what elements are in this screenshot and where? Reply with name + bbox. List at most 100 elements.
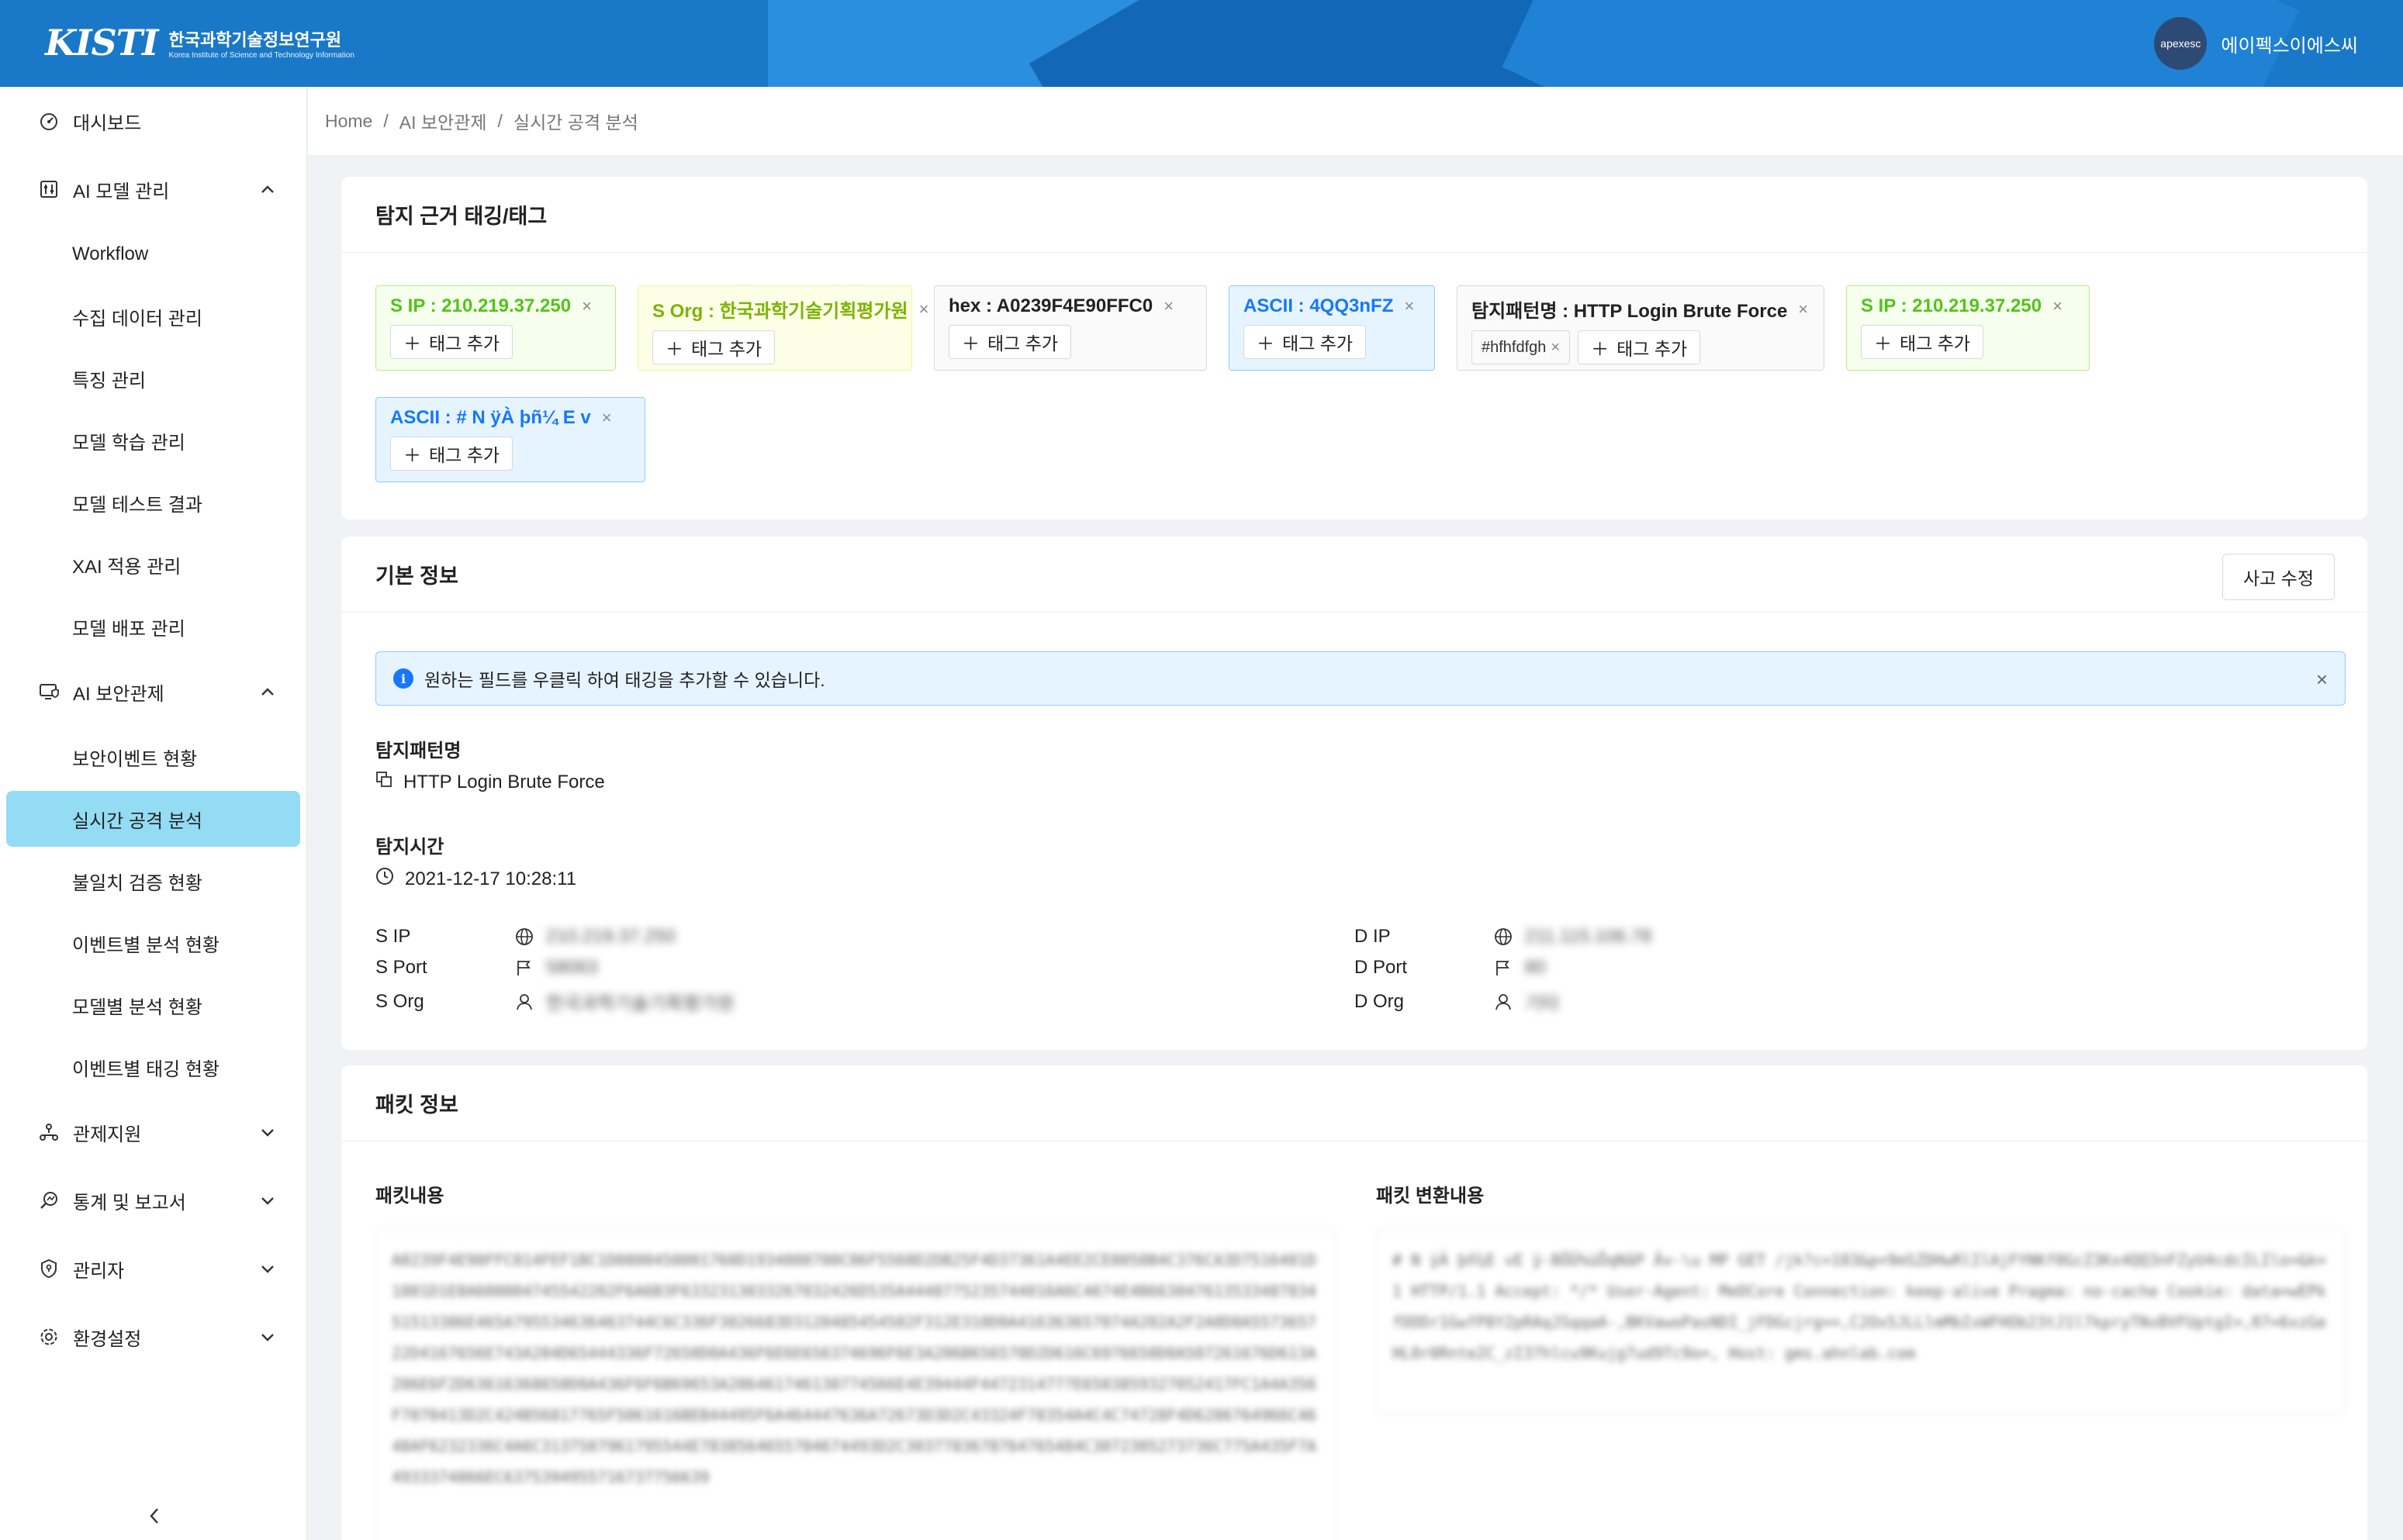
- field-key: S Org: [375, 990, 424, 1012]
- logo-org-korean: 한국과학기술정보연구원: [168, 29, 342, 50]
- add-tag-button[interactable]: ＋ 태그 추가: [652, 330, 776, 364]
- close-icon[interactable]: ×: [582, 296, 592, 316]
- sidebar-subitem-workflow[interactable]: Workflow: [0, 223, 306, 285]
- add-tag-button[interactable]: ＋ 태그 추가: [949, 325, 1072, 359]
- sidebar-subitem-model-deploy[interactable]: 모델 배포 관리: [0, 596, 306, 658]
- close-icon[interactable]: ×: [2052, 296, 2062, 316]
- sidebar-subitem-model-analysis[interactable]: 모델별 분석 현황: [0, 974, 306, 1036]
- sidebar-subitem-event-analysis[interactable]: 이벤트별 분석 현황: [0, 912, 306, 974]
- search-chart-icon: [37, 1189, 61, 1212]
- sidebar-subitem-realtime-analysis[interactable]: 실시간 공격 분석: [6, 791, 300, 847]
- tag-item[interactable]: S IP : 210.219.37.250 × ＋ 태그 추가: [1846, 285, 2090, 371]
- add-tag-button[interactable]: ＋ 태그 추가: [390, 437, 513, 471]
- avatar[interactable]: apexesc: [2154, 17, 2208, 70]
- sidebar-item-control-support[interactable]: 관제지원: [0, 1098, 306, 1166]
- field-value[interactable]: 58063: [546, 957, 598, 979]
- field-value[interactable]: 211.115.106.78: [1525, 926, 1651, 948]
- breadcrumb-separator: /: [383, 110, 389, 131]
- packet-converted-box[interactable]: # N ÿÀ þñ¼E vE ÿ-BÖÜ%üÕqNãP Âv-\u MP GET…: [1376, 1228, 2346, 1414]
- chevron-down-icon[interactable]: [257, 1326, 278, 1348]
- add-tag-label: 태그 추가: [429, 445, 500, 465]
- chevron-down-icon[interactable]: [257, 1258, 278, 1279]
- add-tag-button[interactable]: ＋ 태그 추가: [390, 325, 513, 359]
- info-alert: i 원하는 필드를 우클릭 하여 태깅을 추가할 수 있습니다. ×: [375, 651, 2346, 706]
- tag-chip-label: #hfhfdfgh: [1482, 338, 1547, 356]
- add-tag-button[interactable]: ＋ 태그 추가: [1578, 330, 1701, 364]
- sidebar-item-dashboard[interactable]: 대시보드: [0, 87, 306, 155]
- tag-chip[interactable]: #hfhfdfgh ×: [1471, 330, 1571, 364]
- close-icon[interactable]: ×: [2316, 668, 2328, 692]
- sidebar-item-ai-security[interactable]: AI 보안관제: [0, 658, 306, 726]
- close-icon[interactable]: ×: [1163, 296, 1174, 316]
- close-icon[interactable]: ×: [1551, 339, 1560, 357]
- sidebar-item-settings[interactable]: 환경설정: [0, 1303, 306, 1371]
- close-icon[interactable]: ×: [602, 408, 612, 428]
- tag-title: hex : A0239F4E90FFC0: [949, 295, 1153, 316]
- sidebar-subitem-security-events[interactable]: 보안이벤트 현황: [0, 726, 306, 788]
- tag-item[interactable]: hex : A0239F4E90FFC0 × ＋ 태그 추가: [934, 285, 1207, 371]
- d-ip-row: D IP 211.115.106.78: [1354, 926, 1651, 948]
- edit-incident-button[interactable]: 사고 수정: [2221, 554, 2335, 600]
- tag-item[interactable]: ASCII : 4QQ3nFZ × ＋ 태그 추가: [1229, 285, 1435, 371]
- plus-icon: ＋: [666, 339, 683, 359]
- sidebar-subitem-model-training[interactable]: 모델 학습 관리: [0, 409, 306, 471]
- shield-icon: [37, 1257, 61, 1280]
- sidebar-item-statistics[interactable]: 통계 및 보고서: [0, 1166, 306, 1234]
- add-tag-button[interactable]: ＋ 태그 추가: [1243, 325, 1367, 359]
- sidebar-subitem-features[interactable]: 특징 관리: [0, 347, 306, 409]
- field-value[interactable]: 기타: [1525, 988, 1559, 1015]
- user-icon: [515, 993, 546, 1011]
- field-value[interactable]: 210.219.37.250: [546, 926, 676, 948]
- close-icon[interactable]: ×: [919, 299, 929, 319]
- sidebar-subitem-mismatch[interactable]: 불일치 검증 현황: [0, 850, 306, 912]
- chevron-up-icon[interactable]: [257, 681, 278, 703]
- plus-icon: ＋: [403, 445, 421, 465]
- copy-icon[interactable]: [375, 771, 392, 793]
- card-title: 기본 정보: [375, 565, 458, 588]
- basic-info-card: 기본 정보 사고 수정 i 원하는 필드를 우클릭 하여 태깅을 추가할 수 있…: [341, 537, 2367, 1050]
- sidebar-item-ai-model[interactable]: AI 모델 관리: [0, 155, 306, 223]
- breadcrumb-ai-security[interactable]: AI 보안관제: [399, 108, 487, 134]
- sidebar-subitem-event-tagging[interactable]: 이벤트별 태깅 현황: [0, 1036, 306, 1098]
- chevron-down-icon[interactable]: [257, 1121, 278, 1143]
- kisti-logo[interactable]: KISTI 한국과학기술정보연구원 Korea Institute of Sci…: [45, 22, 354, 64]
- packet-converted-label: 패킷 변환내용: [1376, 1186, 1485, 1207]
- chevron-down-icon[interactable]: [257, 1190, 278, 1211]
- sidebar-item-admin[interactable]: 관리자: [0, 1234, 306, 1303]
- network-icon: [37, 1120, 61, 1144]
- sidebar-subitem-xai[interactable]: XAI 적용 관리: [0, 533, 306, 596]
- tag-item[interactable]: 탐지패턴명 : HTTP Login Brute Force × #hfhfdfg…: [1457, 285, 1824, 371]
- packet-info-card: 패킷 정보 패킷내용 패킷 변환내용 A0239F4E90FFC014FEF1B…: [341, 1065, 2367, 1540]
- close-icon[interactable]: ×: [1798, 299, 1808, 319]
- sidebar-collapse-button[interactable]: [143, 1504, 166, 1528]
- sidebar-subitem-collected-data[interactable]: 수집 데이터 관리: [0, 285, 306, 347]
- field-value[interactable]: 한국과학기술기획평가원: [546, 988, 735, 1015]
- add-tag-label: 태그 추가: [1616, 339, 1688, 359]
- tag-item[interactable]: S Org : 한국과학기술기획평가원 × ＋ 태그 추가: [638, 285, 928, 371]
- plus-icon: ＋: [962, 333, 980, 354]
- plus-icon: ＋: [1874, 333, 1892, 354]
- flag-icon: [515, 958, 546, 977]
- close-icon[interactable]: ×: [1404, 296, 1414, 316]
- tag-item[interactable]: ASCII : # N ÿÀ þñ¼ E v × ＋ 태그 추가: [375, 397, 645, 482]
- add-tag-button[interactable]: ＋ 태그 추가: [1861, 325, 1984, 359]
- user-menu[interactable]: apexesc 에이펙스이에스씨: [2154, 17, 2358, 70]
- sidebar-subitem-model-test[interactable]: 모델 테스트 결과: [0, 471, 306, 533]
- sidebar-item-label: AI 모델 관리: [73, 181, 170, 202]
- clock-icon: [375, 867, 394, 891]
- breadcrumb: Home / AI 보안관제 / 실시간 공격 분석: [308, 87, 2403, 155]
- field-value[interactable]: 80: [1525, 957, 1546, 979]
- tags-card: 탐지 근거 태깅/태그 S IP : 210.219.37.250 × ＋ 태그 추…: [341, 177, 2367, 520]
- user-name[interactable]: 에이펙스이에스씨: [2221, 30, 2358, 57]
- time-value[interactable]: 2021-12-17 10:28:11: [405, 868, 576, 890]
- globe-icon: [515, 927, 546, 946]
- pattern-value[interactable]: HTTP Login Brute Force: [403, 772, 605, 793]
- breadcrumb-home[interactable]: Home: [325, 111, 372, 132]
- card-title: 탐지 근거 태깅/태그: [341, 177, 2367, 253]
- chevron-up-icon[interactable]: [257, 178, 278, 200]
- packet-content-box[interactable]: A0239F4E90FFC014FEF1BC1D0800450001760D19…: [375, 1228, 1336, 1540]
- pattern-value-row: HTTP Login Brute Force: [375, 771, 605, 793]
- info-icon: i: [393, 668, 413, 689]
- sidebar-item-label: 통계 및 보고서: [73, 1192, 186, 1214]
- tag-item[interactable]: S IP : 210.219.37.250 × ＋ 태그 추가: [375, 285, 616, 371]
